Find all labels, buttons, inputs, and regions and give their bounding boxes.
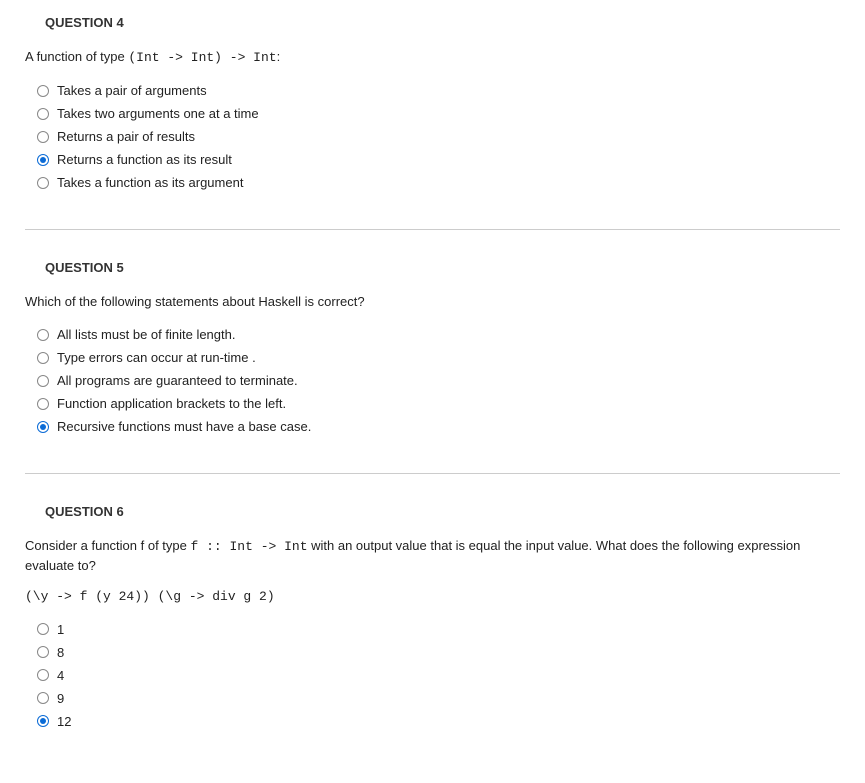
- option-row[interactable]: Function application brackets to the lef…: [25, 392, 840, 415]
- option-label: Returns a pair of results: [57, 129, 195, 144]
- option-label: Recursive functions must have a base cas…: [57, 419, 311, 434]
- option-label: 4: [57, 668, 64, 683]
- option-row[interactable]: All lists must be of finite length.: [25, 323, 840, 346]
- radio-button[interactable]: [37, 154, 49, 166]
- code-text: (Int -> Int) -> Int: [128, 50, 276, 65]
- option-row[interactable]: Returns a pair of results: [25, 125, 840, 148]
- option-row[interactable]: 4: [25, 664, 840, 687]
- radio-button[interactable]: [37, 375, 49, 387]
- option-label: Function application brackets to the lef…: [57, 396, 286, 411]
- prompt-text: Which of the following statements about …: [25, 294, 365, 309]
- question-block: QUESTION 4 A function of type (Int -> Int…: [25, 15, 840, 229]
- option-label: Returns a function as its result: [57, 152, 232, 167]
- option-row[interactable]: 9: [25, 687, 840, 710]
- option-label: Takes two arguments one at a time: [57, 106, 259, 121]
- option-label: 1: [57, 622, 64, 637]
- radio-button[interactable]: [37, 131, 49, 143]
- option-row[interactable]: Returns a function as its result: [25, 148, 840, 171]
- question-prompt: Consider a function f of type f :: Int -…: [25, 537, 840, 574]
- option-row[interactable]: Takes a pair of arguments: [25, 79, 840, 102]
- options-list: All lists must be of finite length. Type …: [25, 323, 840, 438]
- code-text: f :: Int -> Int: [190, 539, 307, 554]
- option-row[interactable]: Takes a function as its argument: [25, 171, 840, 194]
- question-prompt-line2: (\y -> f (y 24)) (\g -> div g 2): [25, 587, 840, 606]
- option-label: Takes a function as its argument: [57, 175, 243, 190]
- option-label: 12: [57, 714, 71, 729]
- options-list: 1 8 4 9 12: [25, 618, 840, 733]
- prompt-text: Consider a function f of type: [25, 538, 190, 553]
- radio-button[interactable]: [37, 177, 49, 189]
- option-row[interactable]: Type errors can occur at run-time .: [25, 346, 840, 369]
- question-title: QUESTION 6: [45, 504, 840, 519]
- prompt-text: :: [277, 49, 281, 64]
- option-row[interactable]: All programs are guaranteed to terminate…: [25, 369, 840, 392]
- question-prompt: A function of type (Int -> Int) -> Int:: [25, 48, 840, 67]
- option-label: 8: [57, 645, 64, 660]
- option-label: Type errors can occur at run-time .: [57, 350, 256, 365]
- option-row[interactable]: 8: [25, 641, 840, 664]
- option-row[interactable]: Takes two arguments one at a time: [25, 102, 840, 125]
- radio-button[interactable]: [37, 421, 49, 433]
- radio-button[interactable]: [37, 108, 49, 120]
- question-prompt: Which of the following statements about …: [25, 293, 840, 311]
- radio-button[interactable]: [37, 669, 49, 681]
- option-label: Takes a pair of arguments: [57, 83, 207, 98]
- prompt-text: A function of type: [25, 49, 128, 64]
- option-label: All lists must be of finite length.: [57, 327, 235, 342]
- radio-button[interactable]: [37, 398, 49, 410]
- option-row[interactable]: 1: [25, 618, 840, 641]
- option-row[interactable]: Recursive functions must have a base cas…: [25, 415, 840, 438]
- question-divider: [25, 229, 840, 230]
- question-title: QUESTION 5: [45, 260, 840, 275]
- radio-button[interactable]: [37, 352, 49, 364]
- radio-button[interactable]: [37, 85, 49, 97]
- radio-button[interactable]: [37, 715, 49, 727]
- radio-button[interactable]: [37, 623, 49, 635]
- options-list: Takes a pair of arguments Takes two argum…: [25, 79, 840, 194]
- question-block: QUESTION 5 Which of the following stateme…: [25, 260, 840, 473]
- quiz-container: QUESTION 4 A function of type (Int -> Int…: [25, 15, 840, 768]
- radio-button[interactable]: [37, 646, 49, 658]
- question-title: QUESTION 4: [45, 15, 840, 30]
- question-block: QUESTION 6 Consider a function f of type …: [25, 504, 840, 768]
- question-divider: [25, 473, 840, 474]
- code-text: (\y -> f (y 24)) (\g -> div g 2): [25, 589, 275, 604]
- radio-button[interactable]: [37, 329, 49, 341]
- option-row[interactable]: 12: [25, 710, 840, 733]
- radio-button[interactable]: [37, 692, 49, 704]
- option-label: All programs are guaranteed to terminate…: [57, 373, 298, 388]
- option-label: 9: [57, 691, 64, 706]
